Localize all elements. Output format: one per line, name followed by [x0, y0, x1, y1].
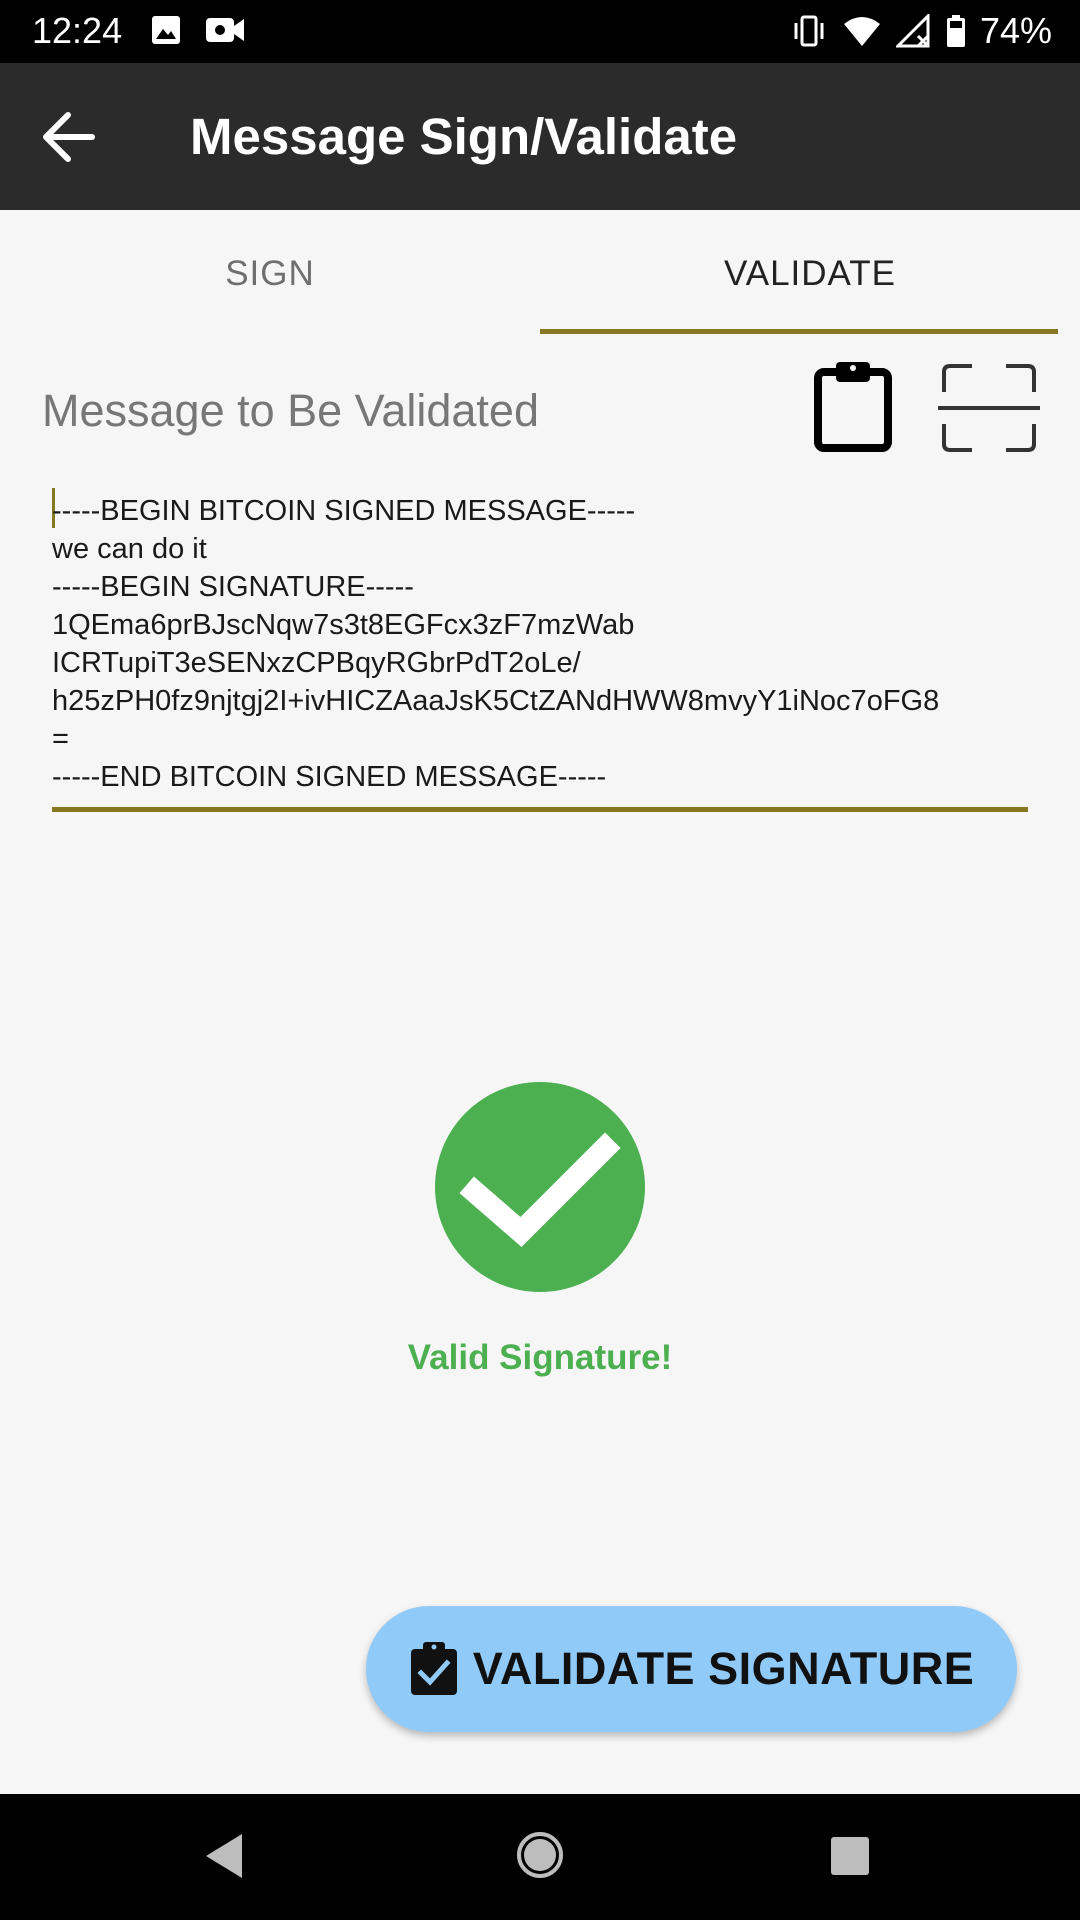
- arrow-back-icon: [43, 112, 95, 162]
- notification-icons: [150, 14, 246, 46]
- nav-back-icon[interactable]: [204, 1832, 244, 1880]
- system-icons: 74%: [790, 10, 1052, 52]
- wifi-icon: [843, 17, 880, 46]
- validation-result: Valid Signature!: [407, 1338, 673, 1377]
- message-text: -----BEGIN BITCOIN SIGNED MESSAGE----- w…: [52, 495, 940, 793]
- clipboard-check-icon: [410, 1642, 457, 1695]
- message-label: Message to Be Validated: [42, 385, 539, 436]
- battery-percentage: 74%: [979, 10, 1052, 51]
- checkmark-icon: [459, 1132, 621, 1248]
- app-bar: Message Sign/Validate: [0, 63, 1080, 210]
- check-circle-icon: [435, 1082, 645, 1292]
- tab-indicator: [540, 329, 1058, 334]
- status-time: 12:24: [32, 10, 123, 51]
- tab-validate[interactable]: VALIDATE: [540, 210, 1080, 336]
- nav-recents-icon[interactable]: [830, 1836, 870, 1876]
- qr-scan-icon: [938, 364, 1040, 452]
- tab-sign[interactable]: SIGN: [0, 210, 540, 336]
- paste-button[interactable]: [808, 360, 898, 452]
- image-icon: [152, 16, 180, 44]
- signal-icon: [895, 14, 930, 48]
- clipboard-icon: [814, 362, 892, 452]
- battery-icon: [946, 15, 965, 47]
- nav-home-icon[interactable]: [516, 1831, 564, 1879]
- page-title: Message Sign/Validate: [190, 108, 738, 165]
- status-bar: 12:24 74%: [0, 0, 1080, 63]
- navigation-bar: [0, 1794, 1080, 1920]
- back-button[interactable]: [40, 109, 100, 165]
- vibrate-icon: [794, 15, 824, 47]
- scan-button[interactable]: [938, 362, 1040, 454]
- message-input[interactable]: -----BEGIN BITCOIN SIGNED MESSAGE----- w…: [52, 484, 1028, 812]
- video-camera-icon: [206, 18, 244, 42]
- tab-bar: SIGN VALIDATE: [0, 210, 1080, 336]
- validate-signature-button[interactable]: VALIDATE SIGNATURE: [366, 1606, 1017, 1732]
- validate-signature-label: VALIDATE SIGNATURE: [472, 1643, 975, 1694]
